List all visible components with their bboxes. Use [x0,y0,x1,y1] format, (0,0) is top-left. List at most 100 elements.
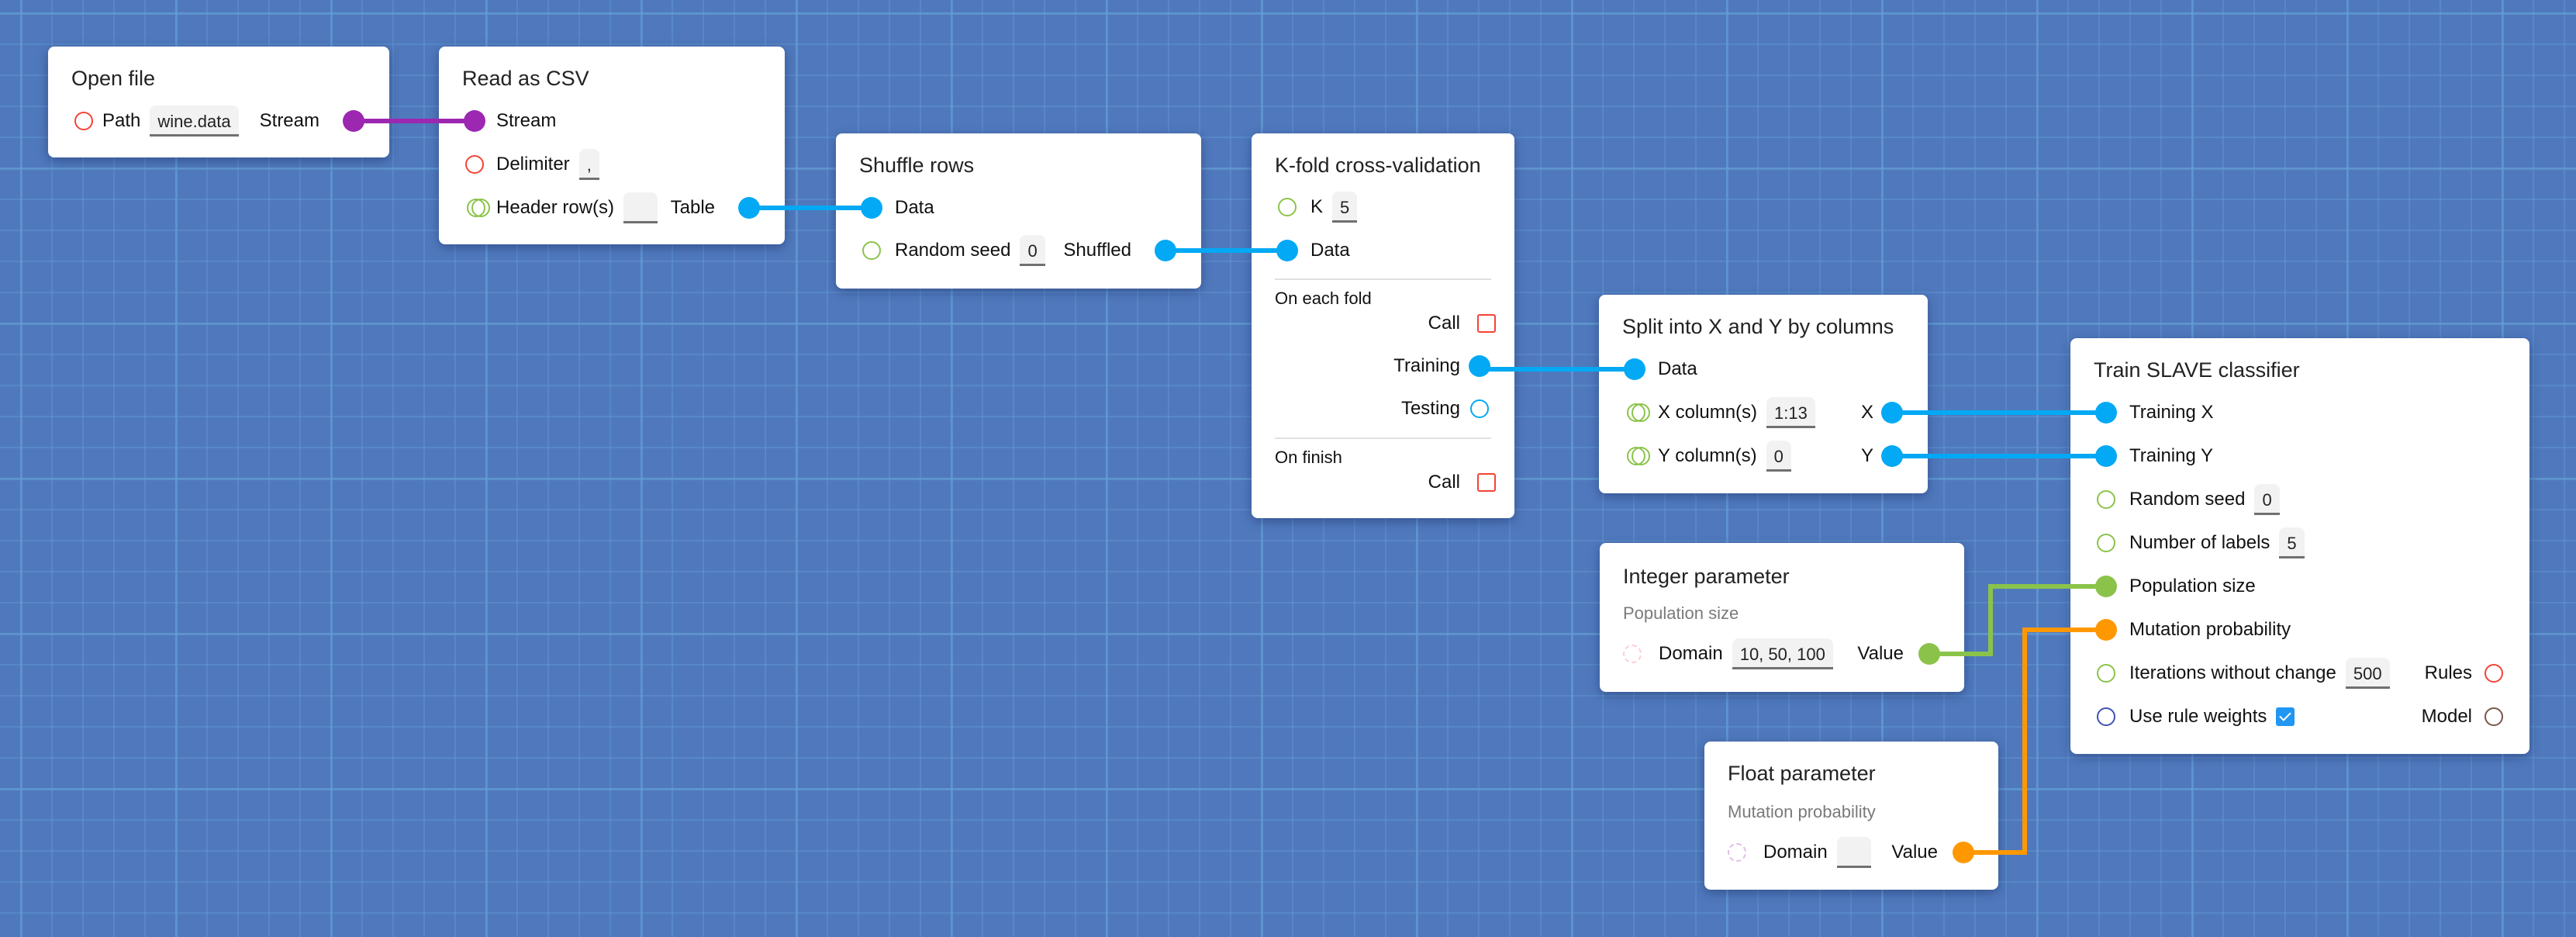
output-label: Table [670,197,715,218]
input-training-y: Training Y [2070,434,2529,478]
rules-output-port-icon[interactable] [2484,664,2503,683]
output-label: Model [2421,706,2472,727]
domain-input[interactable]: 10, 50, 100 [1732,638,1833,669]
table-input-port-icon[interactable] [861,197,882,219]
table-output-port-icon[interactable] [1470,399,1489,418]
param-random-seed: Random seed 0 Shuffled [836,229,1201,272]
node-read-csv[interactable]: Read as CSV Stream Delimiter , Header ro… [439,47,785,244]
node-title: Open file [71,67,156,90]
optional-input-port-icon[interactable] [1728,843,1746,862]
y-columns-input[interactable]: 0 [1766,441,1791,472]
integer-input-port-icon[interactable] [1278,198,1297,216]
k-input[interactable]: 5 [1332,192,1358,223]
output-label: Call [1428,472,1460,493]
domain-input[interactable] [1836,837,1871,868]
param-label: Use rule weights [2129,706,2267,727]
param-delimiter: Delimiter , [439,143,785,186]
iterations-input[interactable]: 500 [2345,658,2390,689]
param-label: Random seed [895,240,1011,261]
x-columns-input[interactable]: 1:13 [1766,397,1815,428]
random-seed-input[interactable]: 0 [1020,235,1045,266]
output-label: Shuffled [1063,240,1131,261]
table-input-port-icon[interactable] [2095,445,2117,467]
number-of-labels-input[interactable]: 5 [2279,527,2305,558]
input-data: Data [1252,229,1514,272]
table-output-port-icon[interactable] [1881,445,1903,467]
output-testing: Testing [1252,387,1514,430]
output-label: Rules [2424,662,2472,683]
node-title: Split into X and Y by columns [1622,315,1894,338]
required-input-port-icon[interactable] [74,112,93,130]
random-seed-input[interactable]: 0 [2254,484,2280,515]
boolean-input-port-icon[interactable] [2097,707,2115,726]
stream-output-port-icon[interactable] [343,110,364,132]
param-label: Path [102,110,141,131]
model-output-port-icon[interactable] [2484,707,2503,726]
multi-integer-input-port-icon[interactable] [1627,446,1650,465]
table-output-port-icon[interactable] [1881,402,1903,424]
param-label: Delimiter [496,154,570,175]
delimiter-input[interactable]: , [578,149,599,180]
table-output-port-icon[interactable] [1155,240,1176,261]
section-divider [1275,437,1491,439]
output-label: Call [1428,313,1460,334]
output-label: Value [1857,643,1904,664]
integer-input-port-icon[interactable] [2095,576,2117,597]
input-label: Population size [2129,576,2256,596]
input-population-size: Population size [2070,565,2529,608]
table-output-port-icon[interactable] [738,197,760,219]
path-input[interactable]: wine.data [150,105,239,137]
input-label: Training X [2129,402,2214,423]
header-rows-input[interactable] [623,192,658,223]
integer-output-port-icon[interactable] [1918,643,1940,665]
optional-input-port-icon[interactable] [1623,645,1642,663]
node-shuffle-rows[interactable]: Shuffle rows Data Random seed 0 Shuffled [836,133,1201,289]
node-open-file[interactable]: Open file Path wine.data Stream [48,47,389,157]
integer-input-port-icon[interactable] [2097,664,2115,683]
param-label: Y column(s) [1658,445,1757,466]
node-split-x-y[interactable]: Split into X and Y by columns Data X col… [1599,295,1928,493]
integer-input-port-icon[interactable] [862,241,881,260]
node-title: Float parameter [1728,762,1876,785]
stream-input-port-icon[interactable] [464,110,485,132]
param-header-rows: Header row(s) Table [439,186,785,230]
output-label: Value [1891,842,1938,863]
param-label: Domain [1763,842,1828,863]
param-label: Domain [1659,643,1723,664]
callback-output-port-icon[interactable] [1477,314,1496,333]
param-label: K [1310,196,1324,217]
float-input-port-icon[interactable] [2095,619,2117,641]
node-integer-parameter[interactable]: Integer parameter Population size Domain… [1600,543,1964,692]
table-input-port-icon[interactable] [1276,240,1298,261]
node-subtitle: Population size [1623,603,1739,623]
input-training-x: Training X [2070,391,2529,434]
multi-integer-input-port-icon[interactable] [467,198,490,217]
multi-integer-input-port-icon[interactable] [1627,403,1650,422]
required-input-port-icon[interactable] [465,155,484,174]
table-input-port-icon[interactable] [1624,358,1645,380]
param-label: Number of labels [2129,532,2270,553]
param-use-rule-weights: Use rule weights Model [2070,695,2529,738]
integer-input-port-icon[interactable] [2097,534,2115,552]
param-random-seed: Random seed 0 [2070,478,2529,521]
output-label: Testing [1400,398,1460,419]
param-k: K 5 [1252,185,1514,229]
section-divider [1275,278,1491,280]
param-label: Header row(s) [496,197,615,218]
integer-input-port-icon[interactable] [2097,490,2115,509]
input-data: Data [1599,347,1928,391]
node-subtitle: Mutation probability [1728,802,1876,821]
callback-output-port-icon[interactable] [1477,473,1496,492]
table-output-port-icon[interactable] [1469,355,1490,377]
use-rule-weights-checkbox[interactable] [2276,707,2295,726]
output-label: Y [1860,445,1873,466]
node-kfold-cross-validation[interactable]: K-fold cross-validation K 5 Data On each… [1252,133,1514,518]
input-label: Data [1310,240,1350,261]
node-float-parameter[interactable]: Float parameter Mutation probability Dom… [1704,742,1998,890]
float-output-port-icon[interactable] [1953,842,1974,863]
node-train-slave-classifier[interactable]: Train SLAVE classifier Training X Traini… [2070,338,2529,754]
input-label: Training Y [2129,445,2214,466]
input-label: Data [895,197,934,218]
output-label: X [1860,402,1873,423]
table-input-port-icon[interactable] [2095,402,2117,424]
